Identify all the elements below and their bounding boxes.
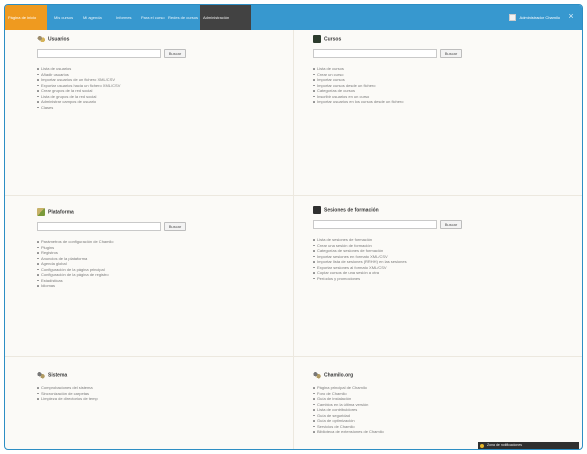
- search-input[interactable]: [313, 49, 437, 58]
- panel-title: Plataforma: [37, 208, 292, 217]
- user-avatar-icon: [508, 14, 516, 22]
- top-navigation-bar: Página de inicio Mis cursos Mi agenda In…: [5, 5, 582, 30]
- users-icon: [37, 35, 45, 43]
- link-list: Comprobaciones del sistema Sincronizació…: [37, 385, 292, 402]
- panel-title: Cursos: [313, 35, 568, 44]
- list-item[interactable]: Limpieza de directorios de temp: [37, 396, 292, 402]
- list-item[interactable]: Períodos y promociones: [313, 276, 568, 282]
- search-row: Buscar: [37, 49, 292, 59]
- notification-tray[interactable]: Zona de notificaciones: [478, 442, 579, 449]
- tab-for-course[interactable]: Para el curso: [138, 5, 168, 30]
- panel-title-label: Cursos: [324, 36, 342, 43]
- link-list: Página principal de Chamilo Foro de Cham…: [313, 385, 568, 435]
- row-divider: [5, 356, 582, 357]
- plugin-icon: [37, 208, 45, 216]
- panel-platform: Plataforma Buscar Parámetros de configur…: [37, 208, 292, 289]
- book-icon: [313, 35, 321, 43]
- search-button[interactable]: Buscar: [164, 49, 186, 58]
- panel-users: Usuarios Buscar Lista de usuarios Añadir…: [37, 35, 292, 110]
- admin-content: Usuarios Buscar Lista de usuarios Añadir…: [5, 30, 582, 449]
- panel-system: Sistema Comprobaciones del sistema Sincr…: [37, 371, 292, 402]
- list-item[interactable]: Clases: [37, 105, 292, 111]
- sessions-icon: [313, 206, 321, 214]
- link-list: Lista de usuarios Añadir usuarios Import…: [37, 66, 292, 110]
- tab-my-courses[interactable]: Mis cursos: [51, 5, 76, 30]
- link-list: Parámetros de configuración de Chamilo P…: [37, 239, 292, 289]
- panel-title: Sistema: [37, 371, 292, 380]
- search-row: Buscar: [313, 49, 568, 59]
- browser-frame: Página de inicio Mis cursos Mi agenda In…: [4, 4, 583, 450]
- user-menu[interactable]: Administrador Chamilo: [508, 5, 560, 30]
- panel-title-label: Sesiones de formación: [324, 207, 379, 214]
- panel-title-label: Sistema: [48, 372, 68, 379]
- panel-courses: Cursos Buscar Lista de cursos Crear un c…: [313, 35, 568, 105]
- panel-title-label: Plataforma: [48, 209, 74, 216]
- panel-title: Usuarios: [37, 35, 292, 44]
- link-list: Lista de sesiones de formación Crear una…: [313, 237, 568, 281]
- list-item[interactable]: Biblioteca de extensiones de Chamilo: [313, 429, 568, 435]
- tools-icon: [313, 371, 321, 379]
- row-divider: [5, 195, 582, 196]
- panel-chamilo-org: Chamilo.org Página principal de Chamilo …: [313, 371, 568, 435]
- list-item[interactable]: Importar usuarios en los cursos desde un…: [313, 99, 568, 105]
- search-button[interactable]: Buscar: [164, 222, 186, 231]
- tab-home[interactable]: Página de inicio: [5, 5, 47, 30]
- search-input[interactable]: [37, 222, 161, 231]
- notification-label: Zona de notificaciones: [487, 443, 523, 447]
- panel-title: Sesiones de formación: [313, 206, 568, 215]
- search-row: Buscar: [313, 220, 568, 230]
- search-input[interactable]: [37, 49, 161, 58]
- notification-icon: [480, 443, 484, 448]
- search-button[interactable]: Buscar: [440, 49, 462, 58]
- panel-title-label: Chamilo.org: [324, 372, 354, 379]
- panel-title: Chamilo.org: [313, 371, 568, 380]
- panel-training-sessions: Sesiones de formación Buscar Lista de se…: [313, 206, 568, 281]
- close-icon[interactable]: ×: [566, 11, 576, 21]
- user-name: Administrador Chamilo: [519, 15, 560, 20]
- panel-title-label: Usuarios: [48, 36, 70, 43]
- column-divider: [293, 30, 294, 449]
- tools-icon: [37, 371, 45, 379]
- link-list: Lista de cursos Crear un curso Importar …: [313, 66, 568, 105]
- search-input[interactable]: [313, 220, 437, 229]
- search-button[interactable]: Buscar: [440, 220, 462, 229]
- tab-course-networks[interactable]: Redes de cursos: [165, 5, 201, 30]
- list-item[interactable]: Idiomas: [37, 283, 292, 289]
- tab-reports[interactable]: Informes: [113, 5, 135, 30]
- search-row: Buscar: [37, 222, 292, 232]
- tab-my-agenda[interactable]: Mi agenda: [80, 5, 105, 30]
- tab-administration[interactable]: Administración: [200, 5, 251, 30]
